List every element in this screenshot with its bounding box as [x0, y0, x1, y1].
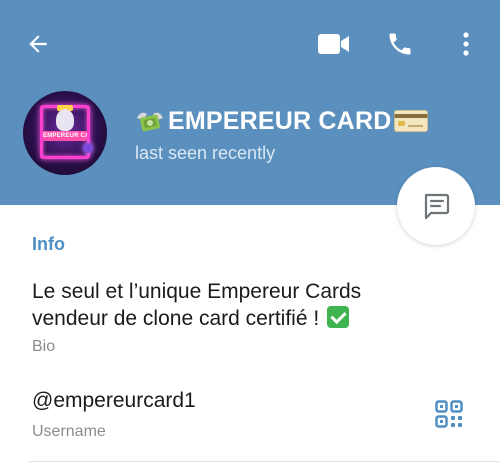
phone-icon — [389, 33, 411, 55]
bio-line-2-wrap: vendeur de clone card certifié ! — [32, 305, 432, 332]
back-button[interactable] — [20, 26, 56, 62]
sparkle-icon — [83, 143, 93, 153]
mascot-figure — [56, 109, 74, 131]
username[interactable]: @empereurcard1 — [32, 389, 196, 413]
message-button[interactable] — [397, 167, 475, 245]
avatar[interactable]: EMPEREUR CARDS — [23, 91, 107, 175]
qr-code-button[interactable] — [434, 399, 464, 429]
arrow-left-icon — [29, 35, 47, 53]
more-vertical-icon — [463, 32, 469, 56]
section-divider — [28, 461, 500, 462]
bio-line-2: vendeur de clone card certifié ! — [32, 307, 320, 330]
last-seen-status: last seen recently — [135, 143, 276, 163]
qr-code-icon — [435, 400, 463, 428]
profile-name-row: EMPEREUR CARD — [135, 106, 429, 136]
info-section-title: Info — [32, 234, 65, 254]
bio-line-1: Le seul et l’unique Empereur Cards — [32, 280, 362, 303]
profile-name: EMPEREUR CARD — [168, 106, 392, 135]
check-mark-icon — [327, 306, 350, 328]
message-icon — [424, 193, 450, 220]
video-call-button[interactable] — [314, 26, 354, 62]
credit-card-icon — [394, 110, 429, 132]
more-options-button[interactable] — [452, 26, 480, 62]
avatar-logo-text: EMPEREUR CARDS — [43, 131, 87, 141]
money-with-wings-icon — [137, 112, 163, 132]
voice-call-button[interactable] — [380, 26, 420, 62]
username-caption: Username — [32, 423, 106, 440]
video-camera-icon — [318, 34, 349, 54]
bio-caption: Bio — [32, 338, 56, 355]
bio-text[interactable]: Le seul et l’unique Empereur Cards vende… — [32, 278, 432, 332]
